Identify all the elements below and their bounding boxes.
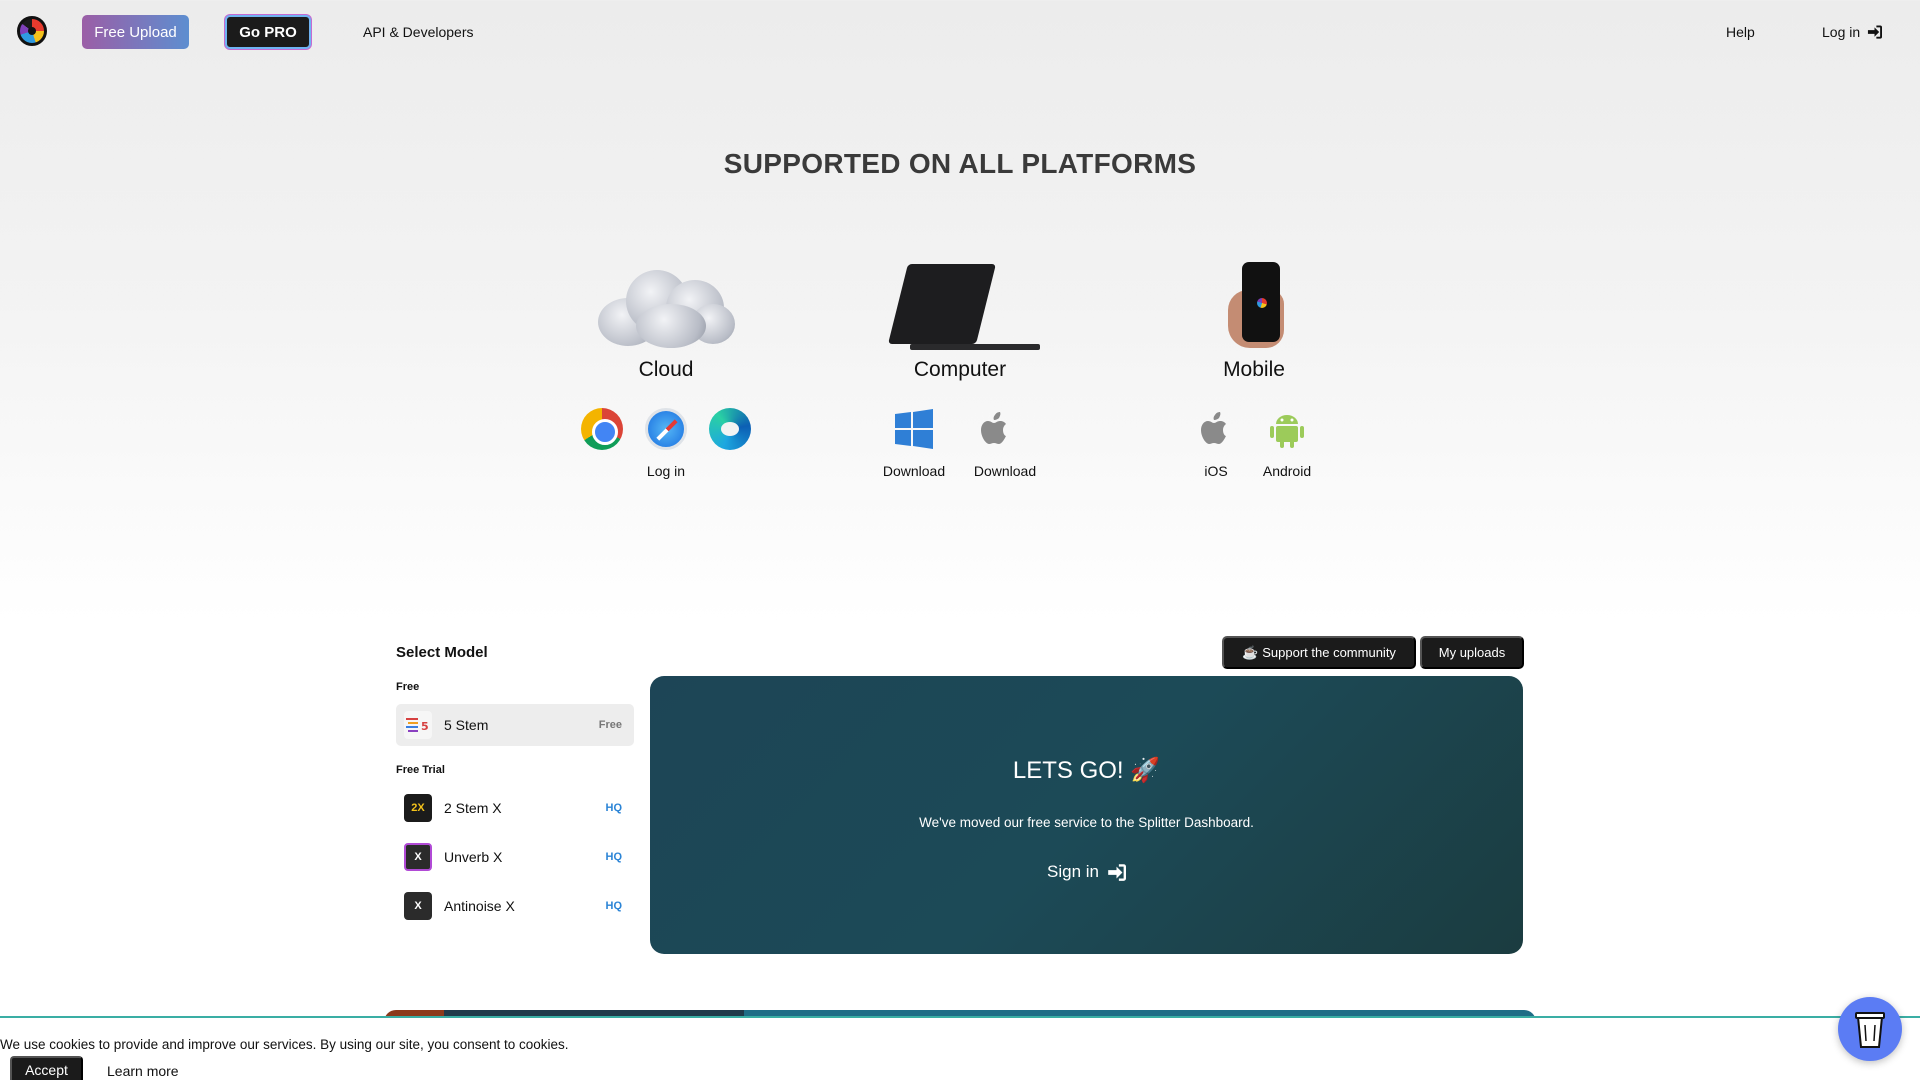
laptop-image — [880, 264, 1040, 350]
model-badge: HQ — [605, 900, 623, 912]
sign-in-icon — [1108, 863, 1126, 881]
windows-download-link[interactable]: Download — [874, 463, 954, 479]
sign-in-icon — [1868, 25, 1883, 39]
phone-image — [1214, 260, 1294, 350]
desktop-icons — [893, 408, 1017, 450]
help-link[interactable]: Help — [1726, 24, 1755, 40]
cloud-title: Cloud — [638, 358, 694, 381]
model-5-stem[interactable]: 5 5 Stem Free — [396, 704, 634, 746]
apple-icon[interactable] — [975, 408, 1017, 450]
android-icon[interactable] — [1266, 408, 1308, 450]
mobile-icons — [1195, 408, 1308, 450]
sign-in-link[interactable]: Sign in — [650, 862, 1523, 882]
model-antinoise-x[interactable]: X Antinoise X HQ — [396, 885, 634, 927]
model-badge: HQ — [605, 802, 623, 814]
cloud-image — [596, 260, 736, 350]
mobile-title: Mobile — [1223, 358, 1285, 381]
ios-link[interactable]: iOS — [1186, 463, 1246, 479]
login-label: Log in — [1822, 24, 1861, 40]
buy-me-coffee-button[interactable] — [1838, 997, 1902, 1061]
model-badge: Free — [598, 719, 622, 731]
trial-group-label: Free Trial — [396, 764, 445, 776]
select-model-title: Select Model — [396, 644, 488, 661]
unverb-x-icon: X — [404, 843, 432, 871]
android-link[interactable]: Android — [1247, 463, 1327, 479]
support-label: Support the community — [1262, 645, 1396, 660]
edge-icon[interactable] — [709, 408, 751, 450]
top-nav: Free Upload Go PRO API & Developers Help… — [0, 0, 1920, 66]
mac-download-link[interactable]: Download — [965, 463, 1045, 479]
svg-text:5: 5 — [421, 720, 429, 733]
platform-cloud: Cloud — [546, 260, 786, 382]
api-developers-link[interactable]: API & Developers — [363, 24, 474, 40]
go-pro-button[interactable]: Go PRO — [225, 15, 311, 49]
model-2-stem-x[interactable]: 2X 2 Stem X HQ — [396, 787, 634, 829]
platforms-title: SUPPORTED ON ALL PLATFORMS — [723, 148, 1197, 179]
two-stem-x-icon: 2X — [404, 794, 432, 822]
browser-icons — [581, 408, 751, 450]
model-name: Antinoise X — [444, 898, 515, 914]
login-link[interactable]: Log in — [1822, 24, 1883, 40]
coffee-cup-icon: ☕ — [1242, 644, 1259, 660]
lets-go-card: LETS GO! 🚀 We've moved our free service … — [650, 676, 1523, 954]
coffee-cup-icon — [1855, 1012, 1885, 1048]
model-name: 5 Stem — [444, 717, 489, 733]
five-stem-icon: 5 — [404, 711, 432, 739]
cookie-banner: We use cookies to provide and improve ou… — [0, 1016, 1920, 1080]
model-name: 2 Stem X — [444, 800, 502, 816]
computer-title: Computer — [913, 358, 1007, 381]
support-community-button[interactable]: ☕ Support the community — [1222, 636, 1416, 669]
cookie-accept-button[interactable]: Accept — [10, 1056, 83, 1080]
site-logo-icon[interactable] — [17, 16, 47, 46]
my-uploads-button[interactable]: My uploads — [1420, 636, 1524, 669]
chrome-icon[interactable] — [581, 408, 623, 450]
model-badge: HQ — [605, 851, 623, 863]
cookie-text: We use cookies to provide and improve ou… — [0, 1037, 569, 1052]
free-group-label: Free — [396, 681, 420, 693]
ios-apple-icon[interactable] — [1195, 408, 1237, 450]
card-text: We've moved our free service to the Spli… — [919, 815, 1254, 830]
sign-in-label: Sign in — [1047, 862, 1099, 881]
platform-computer: Computer — [840, 260, 1080, 382]
model-name: Unverb X — [444, 849, 503, 865]
antinoise-x-icon: X — [404, 892, 432, 920]
windows-icon[interactable] — [893, 408, 935, 450]
cookie-learn-more-link[interactable]: Learn more — [107, 1063, 179, 1079]
model-unverb-x[interactable]: X Unverb X HQ — [396, 836, 634, 878]
platform-mobile: Mobile — [1134, 260, 1374, 382]
free-upload-button[interactable]: Free Upload — [82, 15, 189, 49]
safari-icon[interactable] — [645, 408, 687, 450]
card-title: LETS GO! 🚀 — [1012, 757, 1161, 784]
cloud-login-link[interactable]: Log in — [626, 463, 706, 479]
